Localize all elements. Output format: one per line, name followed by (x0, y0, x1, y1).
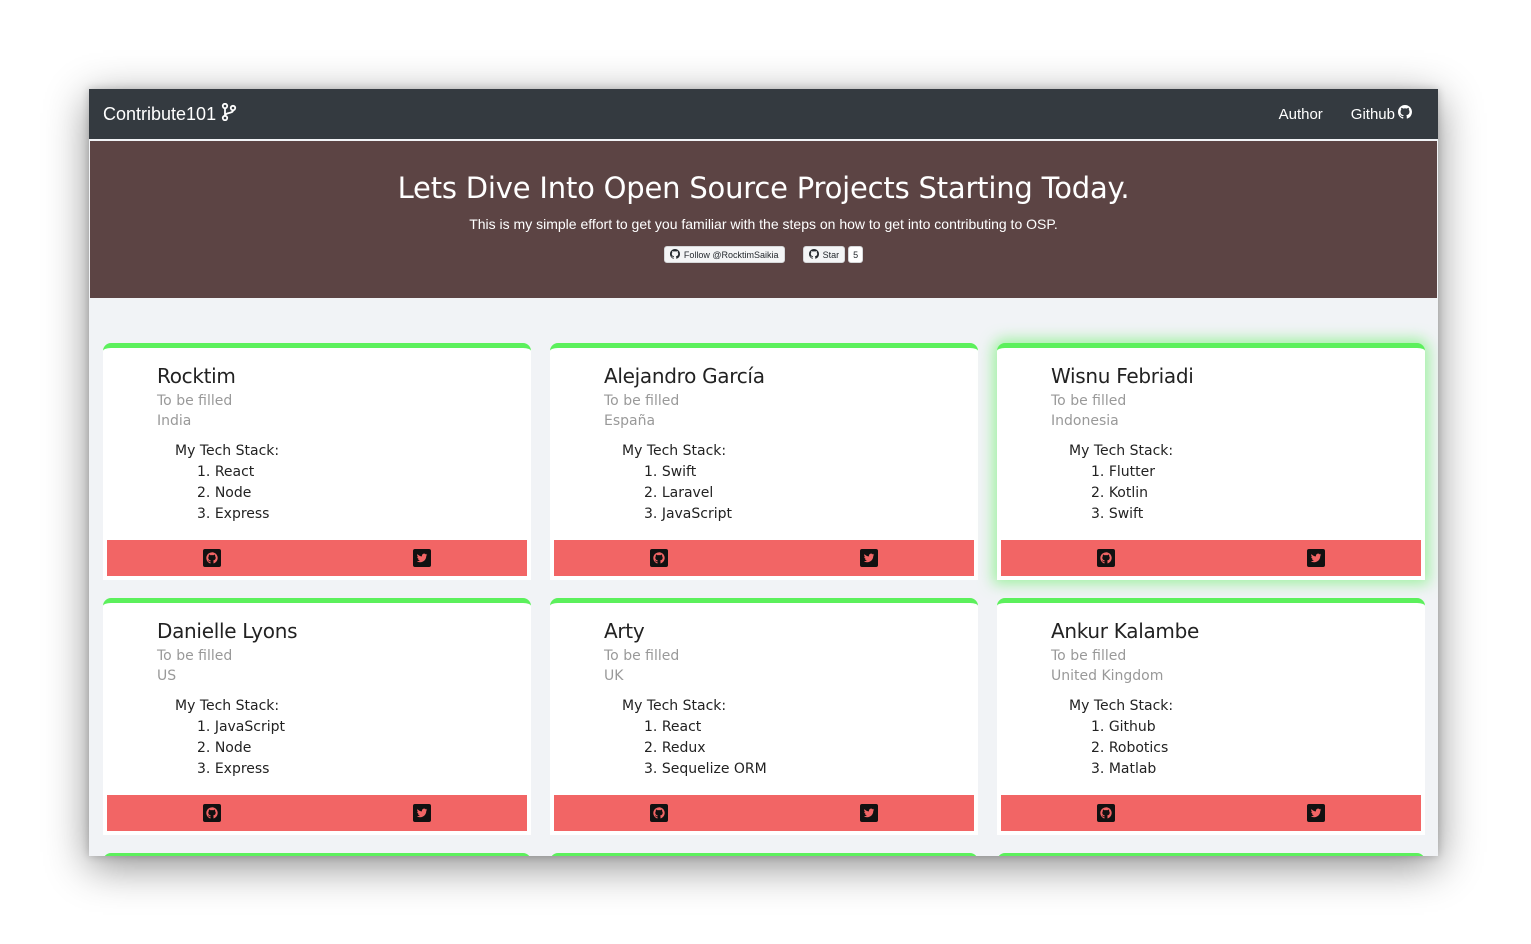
github-icon (808, 248, 819, 261)
browser-window: Contribute101 Author Github Lets Dive In… (89, 89, 1438, 856)
stack-list: 1. Github 2. Robotics 3. Matlab (1091, 717, 1421, 780)
contributor-bio: To be filled (604, 648, 680, 664)
contributor-country: US (157, 668, 177, 684)
contributor-name: Alejandro García (604, 364, 765, 388)
github-icon[interactable] (1097, 804, 1115, 822)
github-icon[interactable] (1097, 549, 1115, 567)
nav-github-label: Github (1350, 105, 1395, 123)
star-button[interactable]: Star (802, 246, 846, 263)
contributor-card: Rocktim To be filled India My Tech Stack… (103, 343, 531, 580)
twitter-icon[interactable] (860, 549, 878, 567)
contributor-country: India (157, 413, 192, 429)
contributor-card: Ankur Kalambe To be filled United Kingdo… (997, 598, 1425, 835)
stack-item: 3. Matlab (1091, 761, 1157, 777)
github-icon (1398, 105, 1412, 123)
twitter-icon[interactable] (860, 804, 878, 822)
nav-links: Author Github (1279, 105, 1424, 123)
contributor-grid: Rocktim To be filled India My Tech Stack… (103, 343, 1425, 856)
contributor-name: Wisnu Febriadi (1051, 364, 1194, 388)
hero-banner: Lets Dive Into Open Source Projects Star… (90, 141, 1437, 298)
stack-item: 3. Sequelize ORM (644, 761, 767, 777)
stack-item: 1. Flutter (1091, 464, 1155, 480)
code-branch-icon (221, 102, 237, 126)
stack-list: 1. Swift 2. Laravel 3. JavaScript (644, 462, 974, 525)
hero-subtitle: This is my simple effort to get you fami… (469, 216, 1058, 232)
hero-title: Lets Dive Into Open Source Projects Star… (397, 171, 1130, 205)
stack-item: 3. JavaScript (644, 506, 732, 522)
contributor-name: Arty (604, 619, 645, 643)
contributor-card: Arty To be filled UK My Tech Stack: 1. R… (550, 598, 978, 835)
stack-item: 1. Github (1091, 719, 1156, 735)
contributor-bio: To be filled (157, 393, 233, 409)
stack-list: 1. Flutter 2. Kotlin 3. Swift (1091, 462, 1421, 525)
stack-title: My Tech Stack: (1069, 698, 1174, 714)
stack-item: 2. Robotics (1091, 740, 1169, 756)
stack-item: 2. Node (197, 740, 252, 756)
stack-item: 1. React (644, 719, 702, 735)
card-footer (1001, 540, 1421, 576)
stack-item: 3. Swift (1091, 506, 1144, 522)
contributor-country: UK (604, 668, 624, 684)
contributor-card: Wisnu Febriadi To be filled Indonesia My… (997, 343, 1425, 580)
star-count[interactable]: 5 (848, 246, 864, 263)
contributor-country: United Kingdom (1051, 668, 1164, 684)
brand[interactable]: Contribute101 (103, 102, 237, 126)
stack-item: 1. JavaScript (197, 719, 285, 735)
github-icon[interactable] (650, 804, 668, 822)
stack-title: My Tech Stack: (1069, 443, 1174, 459)
contributor-card-partial (103, 853, 531, 856)
contributor-bio: To be filled (157, 648, 233, 664)
contributor-card-partial (997, 853, 1425, 856)
stack-item: 2. Redux (644, 740, 706, 756)
stack-item: 3. Express (197, 506, 270, 522)
card-footer (554, 540, 974, 576)
contributor-country: España (604, 413, 656, 429)
stack-list: 1. React 2. Redux 3. Sequelize ORM (644, 717, 974, 780)
card-footer (1001, 795, 1421, 831)
contributor-name: Rocktim (157, 364, 236, 388)
twitter-icon[interactable] (1307, 549, 1325, 567)
navbar: Contribute101 Author Github (89, 89, 1438, 139)
contributor-card-partial (550, 853, 978, 856)
card-footer (107, 795, 527, 831)
contributor-bio: To be filled (604, 393, 680, 409)
stack-title: My Tech Stack: (175, 443, 280, 459)
contributor-bio: To be filled (1051, 393, 1127, 409)
stack-title: My Tech Stack: (622, 698, 727, 714)
twitter-icon[interactable] (413, 804, 431, 822)
contributor-name: Ankur Kalambe (1051, 619, 1199, 643)
github-icon (669, 248, 680, 261)
contributor-card: Danielle Lyons To be filled US My Tech S… (103, 598, 531, 835)
github-icon[interactable] (203, 804, 221, 822)
github-icon[interactable] (650, 549, 668, 567)
nav-github-link[interactable]: Github (1351, 105, 1412, 123)
follow-label: Follow @RocktimSaikia (683, 249, 779, 260)
contributor-card: Alejandro García To be filled España My … (550, 343, 978, 580)
brand-name: Contribute101 (103, 103, 217, 124)
stack-item: 1. Swift (644, 464, 697, 480)
twitter-icon[interactable] (1307, 804, 1325, 822)
stack-item: 3. Express (197, 761, 270, 777)
hero-buttons: Follow @RocktimSaikia Star 5 (90, 246, 1437, 263)
stack-item: 2. Laravel (644, 485, 714, 501)
contributor-country: Indonesia (1051, 413, 1119, 429)
card-footer (107, 540, 527, 576)
stack-title: My Tech Stack: (622, 443, 727, 459)
stack-item: 1. React (197, 464, 255, 480)
stack-item: 2. Kotlin (1091, 485, 1149, 501)
follow-button[interactable]: Follow @RocktimSaikia (663, 246, 785, 263)
stack-title: My Tech Stack: (175, 698, 280, 714)
star-label: Star (822, 249, 840, 260)
stack-list: 1. JavaScript 2. Node 3. Express (197, 717, 527, 780)
nav-author-link[interactable]: Author (1279, 106, 1323, 123)
contributor-bio: To be filled (1051, 648, 1127, 664)
contributor-name: Danielle Lyons (157, 619, 298, 643)
twitter-icon[interactable] (413, 549, 431, 567)
github-icon[interactable] (203, 549, 221, 567)
stack-item: 2. Node (197, 485, 252, 501)
card-footer (554, 795, 974, 831)
stack-list: 1. React 2. Node 3. Express (197, 462, 527, 525)
star-group: Star 5 (802, 246, 864, 263)
